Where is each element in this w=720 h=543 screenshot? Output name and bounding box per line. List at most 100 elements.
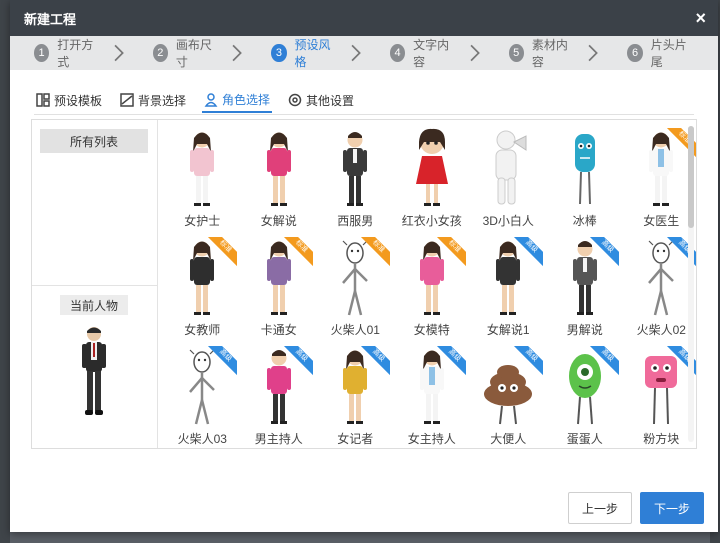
standard-badge: 标准 (359, 237, 390, 267)
step-label: 画布尺寸 (175, 38, 212, 69)
step-label: 文字内容 (413, 38, 450, 69)
subtab-label: 角色选择 (222, 93, 271, 107)
character-card[interactable]: 高级 火柴人02 (623, 237, 696, 346)
badge-label: 高级 (283, 346, 313, 376)
character-name: 女教师 (184, 323, 221, 337)
character-grid-viewport: 女护士 女解说 西服男 红衣小女孩 3D小白人 冰棒 标准 女医生 标准 女教师… (158, 120, 696, 448)
character-card[interactable]: 标准火柴人01 (317, 237, 394, 346)
premium-badge: 高级 (283, 346, 313, 376)
subtab-image[interactable]: 背景选择 (118, 88, 188, 112)
step-number: 2 (152, 44, 168, 62)
new-project-dialog: 新建工程 × 1 打开方式 2 画布尺寸 3 预设风格 4 文字内容 5 素材内容 6 片头片尾 预设… (10, 0, 718, 532)
step-number: 3 (271, 44, 287, 62)
badge-label: 高级 (589, 237, 619, 267)
character-thumbnail (495, 130, 527, 205)
character-name: 女主持人 (407, 432, 456, 446)
badge-label: 标准 (283, 237, 313, 267)
step-4[interactable]: 4 文字内容 (389, 36, 483, 70)
premium-badge: 高级 (589, 346, 619, 376)
premium-badge: 高级 (512, 237, 543, 267)
style-subtabs: 预设模板 背景选择 角色选择 其他设置 (34, 88, 694, 115)
dialog-title: 新建工程 (24, 11, 77, 27)
character-name: 西服男 (337, 214, 374, 228)
premium-badge: 高级 (359, 346, 390, 376)
character-thumbnail (574, 134, 595, 205)
next-step-button[interactable]: 下一步 (640, 492, 704, 524)
character-card[interactable]: 高级大便人 (470, 346, 547, 448)
character-card[interactable]: 高级 火柴人03 (164, 346, 241, 448)
character-card[interactable]: 标准女教师 (164, 237, 241, 346)
character-card[interactable]: 红衣小女孩 (394, 128, 471, 237)
dialog-titlebar: 新建工程 × (10, 0, 718, 36)
character-thumbnail (415, 128, 448, 206)
step-2[interactable]: 2 画布尺寸 (152, 36, 246, 70)
character-card[interactable]: 标准卡通女 (241, 237, 318, 346)
character-card[interactable]: 高级 粉方块 (623, 346, 696, 448)
subtab-person[interactable]: 角色选择 (202, 88, 273, 113)
sidebar-divider (32, 285, 157, 286)
character-card[interactable]: 高级 蛋蛋人 (547, 346, 624, 448)
subtab-settings[interactable]: 其他设置 (286, 88, 356, 112)
character-card[interactable]: 标准女模特 (394, 237, 471, 346)
current-character-preview (82, 327, 106, 415)
standard-badge: 标准 (436, 237, 466, 267)
step-number: 4 (389, 44, 406, 62)
grid-scrollbar-thumb[interactable] (688, 126, 694, 228)
character-name: 火柴人02 (636, 323, 686, 337)
badge-label: 高级 (436, 346, 466, 376)
all-list-button[interactable]: 所有列表 (40, 129, 148, 153)
badge-label: 标准 (206, 237, 237, 267)
badge-label: 标准 (436, 237, 466, 267)
character-card[interactable]: 女解说 (241, 128, 318, 237)
subtab-label: 背景选择 (138, 93, 187, 108)
step-1[interactable]: 1 打开方式 (34, 36, 127, 70)
subtab-label: 预设模板 (54, 93, 103, 108)
step-3[interactable]: 3 预设风格 (271, 36, 364, 70)
character-card[interactable]: 高级女主持人 (394, 346, 471, 448)
character-card[interactable]: 女护士 (164, 128, 241, 237)
character-name: 大便人 (490, 432, 527, 446)
character-grid: 女护士 女解说 西服男 红衣小女孩 3D小白人 冰棒 标准 女医生 标准 女教师… (164, 128, 696, 448)
character-thumbnail (343, 132, 368, 206)
character-name: 火柴人01 (330, 323, 380, 337)
step-number: 6 (627, 44, 643, 62)
premium-badge: 高级 (436, 346, 466, 376)
previous-step-button[interactable]: 上一步 (568, 492, 632, 524)
character-card[interactable]: 高级男解说 (547, 237, 624, 346)
template-icon (36, 93, 50, 107)
badge-label: 高级 (589, 346, 619, 376)
character-card[interactable]: 高级男主持人 (241, 346, 318, 448)
character-name: 女解说1 (486, 323, 530, 337)
image-icon (120, 93, 134, 107)
subtab-label: 其他设置 (306, 93, 355, 108)
character-name: 女医生 (643, 214, 680, 228)
badge-label: 高级 (359, 346, 390, 376)
step-number: 1 (34, 44, 50, 62)
character-name: 女解说 (260, 214, 297, 228)
character-card[interactable]: 高级 女记者 (317, 346, 394, 448)
character-card[interactable]: 西服男 (317, 128, 394, 237)
step-label: 片头片尾 (650, 38, 687, 69)
character-card[interactable]: 冰棒 (547, 128, 624, 237)
close-icon[interactable]: × (695, 9, 706, 27)
step-6[interactable]: 6 片头片尾 (627, 36, 692, 70)
character-name: 男解说 (566, 323, 603, 337)
character-name: 女模特 (413, 323, 450, 337)
chevron-right-icon (114, 44, 124, 62)
character-card[interactable]: 标准 女医生 (623, 128, 696, 237)
premium-badge: 高级 (512, 346, 543, 376)
character-thumbnail (266, 132, 291, 206)
badge-label: 标准 (359, 237, 390, 267)
badge-label: 高级 (512, 346, 543, 376)
character-name: 女护士 (184, 214, 221, 228)
character-name: 粉方块 (643, 432, 680, 446)
character-card[interactable]: 高级女解说1 (470, 237, 547, 346)
subtab-template[interactable]: 预设模板 (34, 88, 104, 112)
character-card[interactable]: 3D小白人 (470, 128, 547, 237)
character-name: 卡通女 (260, 323, 297, 337)
character-name: 男主持人 (254, 432, 303, 446)
chevron-right-icon (351, 44, 361, 62)
step-5[interactable]: 5 素材内容 (508, 36, 602, 70)
step-label: 预设风格 (294, 38, 331, 69)
grid-scrollbar[interactable] (688, 126, 694, 442)
